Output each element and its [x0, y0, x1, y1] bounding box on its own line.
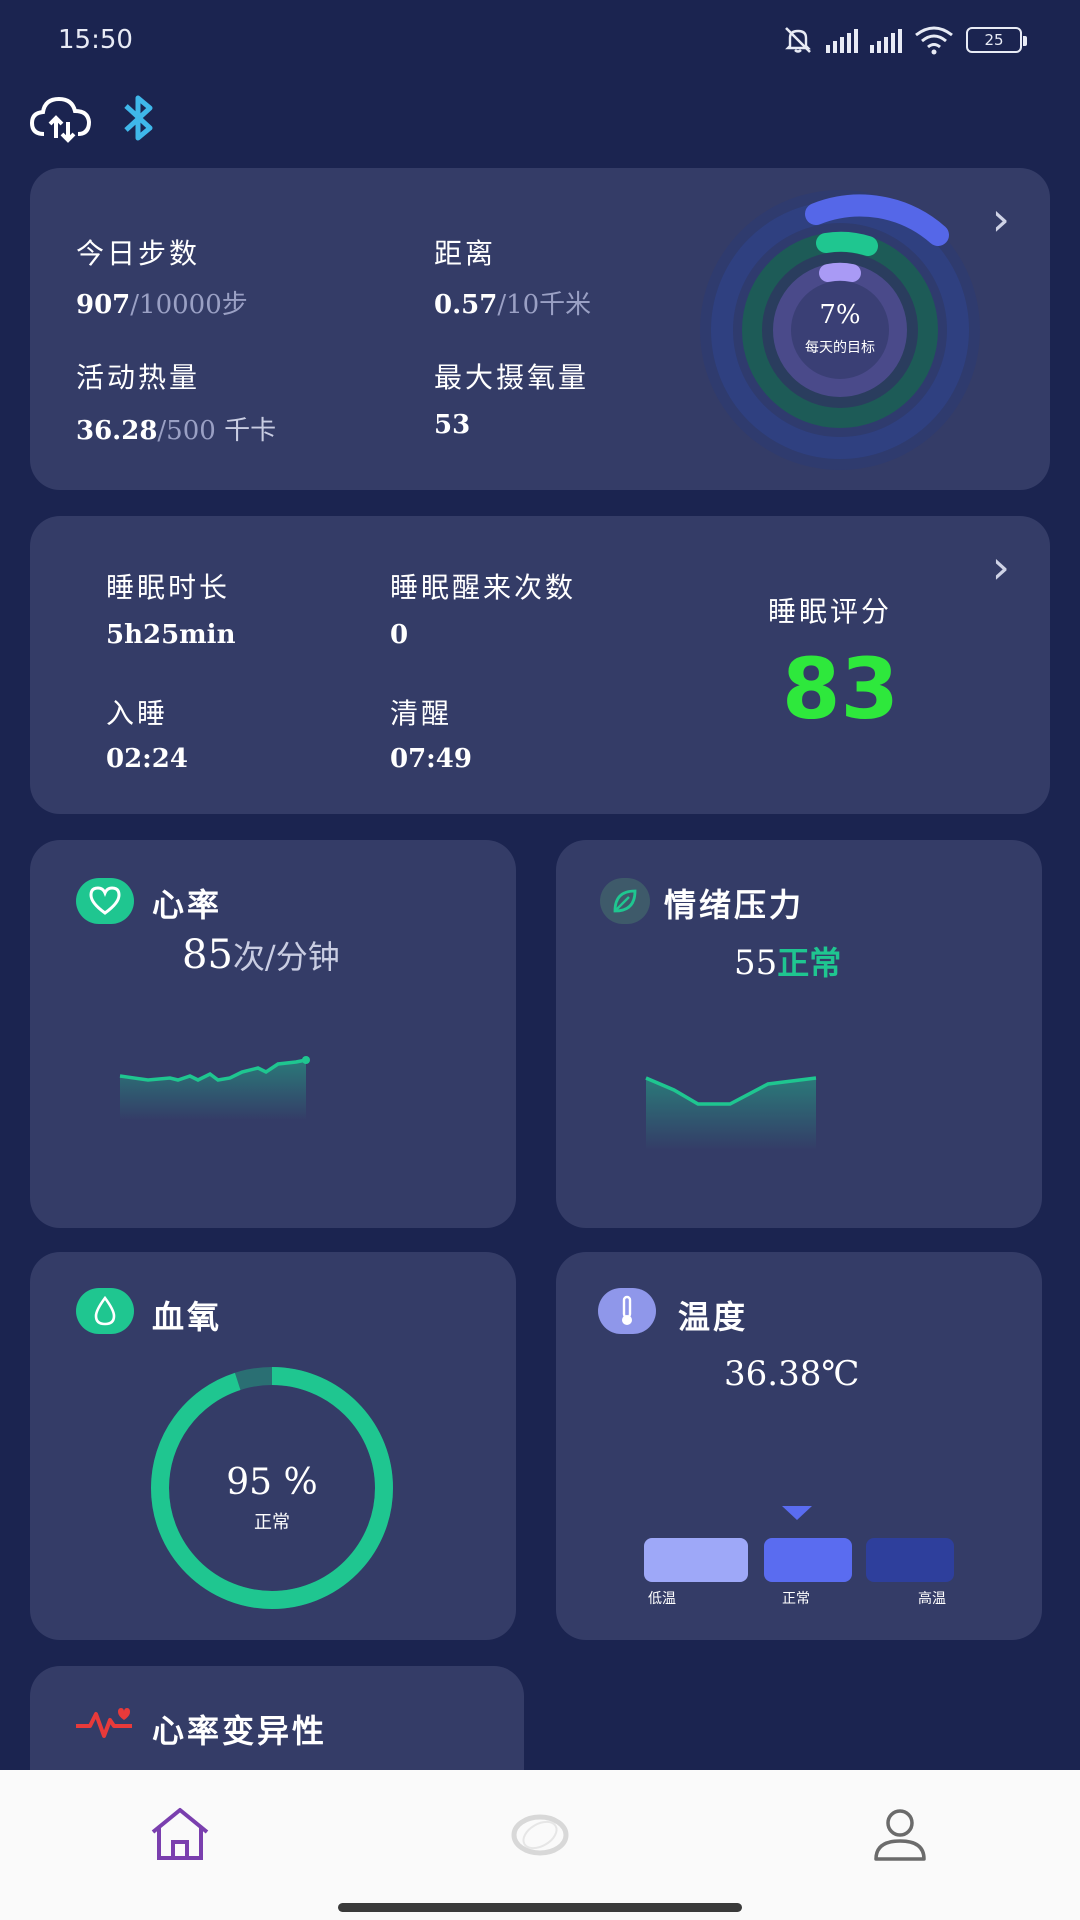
stress-title: 情绪压力 [664, 886, 805, 924]
battery-icon: 25 [966, 27, 1027, 53]
temp-scale-high-label: 高温 [918, 1591, 946, 1607]
temperature-value: 36.38℃ [724, 1354, 860, 1394]
ring-device-icon [511, 1814, 569, 1856]
blood-drop-icon [76, 1288, 134, 1334]
stress-value: 55正常 [734, 943, 842, 983]
temp-scale-low-label: 低温 [648, 1591, 676, 1607]
blood-oxygen-title: 血氧 [152, 1298, 223, 1336]
sleep-time-value: 02:24 [106, 744, 188, 774]
stress-card[interactable]: 情绪压力 55正常 [556, 840, 1042, 1228]
heart-icon [76, 878, 134, 924]
nav-home[interactable] [140, 1800, 220, 1870]
cloud-sync-icon[interactable] [28, 92, 94, 144]
stress-sparkline [645, 1076, 817, 1150]
bottom-nav [0, 1770, 1080, 1920]
battery-level: 25 [984, 31, 1004, 49]
home-indicator[interactable] [338, 1903, 742, 1912]
hrv-title: 心率变异性 [152, 1712, 328, 1750]
steps-label: 今日步数 [76, 237, 201, 270]
top-actions [28, 92, 162, 144]
heart-rate-sparkline [119, 1056, 310, 1120]
chevron-right-icon[interactable]: › [992, 196, 1010, 242]
mute-bell-icon [785, 27, 811, 53]
activity-card[interactable]: 今日步数 907/10000步 距离 0.57/10千米 活动热量 36.28/… [30, 168, 1050, 490]
sleep-duration-value: 5h25min [106, 620, 236, 650]
spo2-status: 正常 [254, 1512, 290, 1533]
wake-time-label: 清醒 [390, 697, 453, 730]
wake-count-label: 睡眠醒来次数 [390, 571, 577, 604]
heart-rate-value: 85次/分钟 [182, 932, 340, 978]
distance-label: 距离 [434, 237, 497, 270]
selected-marker-icon [782, 1506, 812, 1520]
temperature-title: 温度 [678, 1298, 749, 1336]
heart-rate-card[interactable]: 心率 85次/分钟 [30, 840, 516, 1228]
bluetooth-icon[interactable] [114, 92, 162, 144]
thermometer-icon [598, 1288, 656, 1334]
daily-goal-rings: 7% 每天的目标 [700, 190, 980, 470]
blood-oxygen-ring: 95 % 正常 [151, 1367, 393, 1609]
signal-icon-1 [826, 27, 858, 53]
heart-rate-title: 心率 [152, 886, 223, 924]
status-bar: 15:50 25 [0, 0, 1080, 80]
calories-value: 36.28/500 千卡 [76, 416, 277, 446]
home-icon [151, 1808, 209, 1860]
wake-time-value: 07:49 [390, 744, 472, 774]
sleep-time-label: 入睡 [106, 697, 169, 730]
temp-scale-normal-label: 正常 [782, 1591, 810, 1607]
nav-device[interactable] [500, 1800, 580, 1870]
vo2-value: 53 [434, 410, 471, 440]
wake-count-value: 0 [390, 620, 409, 650]
ring-caption: 每天的目标 [805, 340, 875, 356]
leaf-icon [600, 878, 650, 924]
temp-scale-high [866, 1538, 954, 1582]
distance-value: 0.57/10千米 [434, 290, 592, 320]
sleep-score-label: 睡眠评分 [768, 595, 893, 628]
sleep-score-value: 83 [782, 640, 899, 738]
chevron-right-icon[interactable]: › [992, 544, 1010, 590]
status-icons: 25 [782, 24, 1027, 56]
temp-scale-low [644, 1538, 748, 1582]
sleep-duration-label: 睡眠时长 [106, 571, 231, 604]
steps-value: 907/10000步 [76, 290, 248, 320]
spo2-value: 95 % [226, 1462, 317, 1503]
signal-icon-2 [870, 27, 902, 53]
blood-oxygen-card[interactable]: 血氧 95 % 正常 [30, 1252, 516, 1640]
status-time: 15:50 [58, 25, 133, 55]
temp-scale-normal [764, 1538, 852, 1582]
pulse-icon [76, 1708, 132, 1738]
temperature-card[interactable]: 温度 36.38℃ 低温 正常 高温 [556, 1252, 1042, 1640]
sleep-card[interactable]: 睡眠时长 5h25min 睡眠醒来次数 0 入睡 02:24 清醒 07:49 … [30, 516, 1050, 814]
calories-label: 活动热量 [76, 361, 201, 394]
nav-profile[interactable] [860, 1800, 940, 1870]
ring-percent: 7% [819, 300, 860, 330]
profile-icon [874, 1809, 926, 1861]
wifi-icon [915, 26, 953, 55]
vo2-label: 最大摄氧量 [434, 361, 590, 394]
